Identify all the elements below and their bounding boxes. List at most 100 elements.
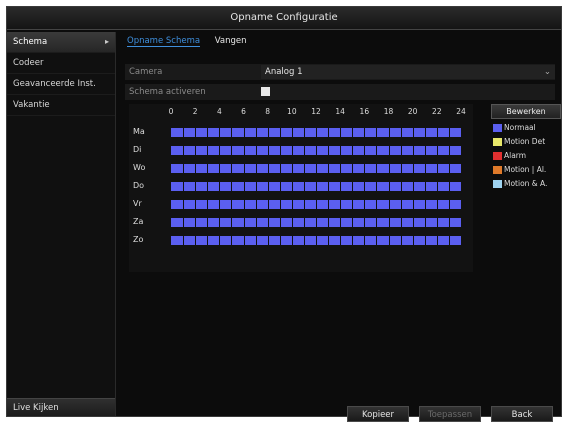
grid-divider bbox=[316, 200, 317, 209]
grid-divider bbox=[195, 182, 197, 191]
chevron-down-icon: ⌄ bbox=[543, 67, 551, 77]
grid-divider bbox=[231, 146, 233, 155]
legend-item-motion: Motion Det bbox=[491, 135, 563, 149]
sidebar-item-advanced[interactable]: Geavanceerde Inst. bbox=[7, 74, 115, 95]
grid-divider bbox=[267, 236, 269, 245]
grid-divider bbox=[424, 146, 426, 155]
grid-divider bbox=[400, 236, 402, 245]
grid-divider bbox=[364, 236, 366, 245]
grid-divider bbox=[207, 146, 209, 155]
grid-divider bbox=[316, 164, 317, 173]
grid-divider bbox=[207, 182, 209, 191]
grid-divider bbox=[255, 236, 257, 245]
grid-divider bbox=[267, 182, 269, 191]
grid-divider bbox=[364, 200, 366, 209]
grid-divider bbox=[231, 164, 233, 173]
camera-value: Analog 1 bbox=[265, 67, 303, 77]
grid-divider bbox=[267, 146, 269, 155]
grid-divider bbox=[340, 164, 342, 173]
grid-divider bbox=[243, 164, 245, 173]
grid-divider bbox=[328, 218, 330, 227]
grid-divider bbox=[255, 182, 257, 191]
grid-divider bbox=[448, 128, 450, 137]
config-window: Opname Configuratie Schema ▸ Codeer Geav… bbox=[6, 6, 563, 422]
grid-divider bbox=[291, 200, 293, 209]
grid-divider bbox=[195, 128, 197, 137]
sidebar-item-schema[interactable]: Schema ▸ bbox=[7, 32, 115, 53]
grid-divider bbox=[219, 146, 221, 155]
enable-schedule-checkbox[interactable] bbox=[261, 87, 270, 96]
camera-label: Camera bbox=[129, 67, 163, 77]
grid-divider bbox=[183, 128, 185, 137]
grid-divider bbox=[195, 164, 197, 173]
hour-label: 0 bbox=[168, 107, 174, 116]
apply-button[interactable]: Toepassen bbox=[419, 406, 481, 422]
grid-divider bbox=[243, 146, 245, 155]
grid-divider bbox=[219, 182, 221, 191]
grid-divider bbox=[183, 218, 185, 227]
live-view-button[interactable]: Live Kijken bbox=[7, 398, 115, 416]
grid-divider bbox=[255, 200, 257, 209]
back-button[interactable]: Back bbox=[491, 406, 553, 422]
grid-divider bbox=[207, 218, 209, 227]
grid-divider bbox=[400, 182, 402, 191]
grid-divider bbox=[448, 200, 450, 209]
grid-divider bbox=[183, 164, 185, 173]
grid-divider bbox=[436, 218, 438, 227]
grid-divider bbox=[436, 182, 438, 191]
grid-divider bbox=[279, 218, 281, 227]
hour-label: 16 bbox=[359, 107, 370, 116]
grid-divider bbox=[328, 128, 330, 137]
camera-select[interactable]: Analog 1 ⌄ bbox=[261, 65, 555, 79]
grid-divider bbox=[243, 236, 245, 245]
grid-divider bbox=[279, 128, 281, 137]
enable-label: Schema activeren bbox=[129, 87, 206, 97]
sidebar-item-vakantie[interactable]: Vakantie bbox=[7, 95, 115, 116]
grid-divider bbox=[412, 164, 414, 173]
grid-divider bbox=[195, 146, 197, 155]
legend-item-normal: Normaal bbox=[491, 121, 563, 135]
copy-button[interactable]: Kopieer bbox=[347, 406, 409, 422]
grid-divider bbox=[400, 218, 402, 227]
grid-divider bbox=[267, 218, 269, 227]
grid-divider bbox=[412, 182, 414, 191]
tab-capture[interactable]: Vangen bbox=[215, 36, 247, 46]
grid-divider bbox=[376, 218, 378, 227]
grid-divider bbox=[219, 236, 221, 245]
day-label: Do bbox=[133, 181, 145, 190]
grid-divider bbox=[364, 182, 366, 191]
legend: Bewerken Normaal Motion Det Alarm Motion… bbox=[491, 104, 563, 191]
grid-divider bbox=[436, 128, 438, 137]
day-label: Di bbox=[133, 145, 142, 154]
grid-divider bbox=[352, 236, 354, 245]
day-label: Za bbox=[133, 217, 144, 226]
grid-divider bbox=[291, 236, 293, 245]
grid-divider bbox=[448, 164, 450, 173]
grid-divider bbox=[352, 146, 354, 155]
edit-button[interactable]: Bewerken bbox=[491, 104, 561, 119]
legend-swatch bbox=[493, 124, 502, 132]
grid-divider bbox=[352, 182, 354, 191]
tab-record-schedule[interactable]: Opname Schema bbox=[127, 36, 201, 47]
grid-divider bbox=[303, 128, 305, 137]
hour-label: 2 bbox=[192, 107, 198, 116]
sidebar-item-label: Schema bbox=[13, 37, 48, 47]
grid-divider bbox=[255, 164, 257, 173]
grid-divider bbox=[424, 200, 426, 209]
sidebar-item-codeer[interactable]: Codeer bbox=[7, 53, 115, 74]
grid-divider bbox=[412, 236, 414, 245]
grid-divider bbox=[448, 182, 450, 191]
grid-divider bbox=[328, 236, 330, 245]
grid-divider bbox=[195, 236, 197, 245]
grid-divider bbox=[219, 200, 221, 209]
schedule-grid[interactable]: 0 2 4 6 8 10 12 14 16 18 20 22 24 Ma Di Wo Do Vr Za Zo bbox=[129, 104, 473, 272]
grid-divider bbox=[291, 218, 293, 227]
grid-divider bbox=[364, 146, 366, 155]
grid-divider bbox=[255, 146, 257, 155]
grid-divider bbox=[255, 128, 257, 137]
legend-label: Alarm bbox=[504, 151, 527, 160]
hour-label: 10 bbox=[287, 107, 297, 116]
legend-item-motion-or-alarm: Motion | Al. bbox=[491, 163, 563, 177]
grid-divider bbox=[364, 128, 366, 137]
legend-item-motion-and-alarm: Motion & A. bbox=[491, 177, 563, 191]
